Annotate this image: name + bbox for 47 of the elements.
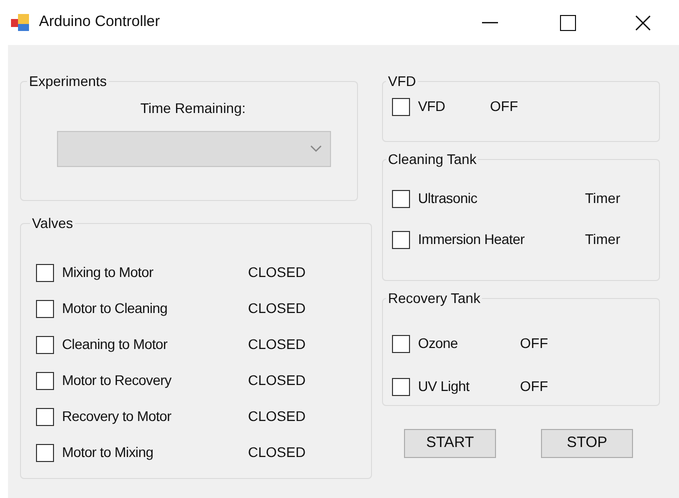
checkbox[interactable] [392, 98, 410, 116]
status-text: CLOSED [248, 263, 306, 282]
checkbox-label: Motor to Cleaning [62, 299, 168, 318]
checkbox-label: Cleaning to Motor [62, 335, 168, 354]
status-text: OFF [520, 377, 548, 396]
status-text: CLOSED [248, 407, 306, 426]
checkbox-label: Motor to Recovery [62, 371, 172, 390]
minimize-icon [482, 22, 498, 24]
group-title: VFD [387, 72, 417, 91]
checkbox-label: Motor to Mixing [62, 443, 154, 462]
chevron-down-icon [310, 145, 322, 153]
maximize-icon [560, 14, 576, 30]
checkbox-label: Ultrasonic [418, 189, 478, 208]
checkbox-label: UV Light [418, 377, 470, 396]
status-text: Timer [585, 189, 620, 208]
checkbox[interactable] [36, 408, 54, 426]
checkbox-label: Ozone [418, 334, 458, 353]
action-button[interactable]: START [404, 429, 496, 458]
checkbox-label: Immersion Heater [418, 230, 524, 249]
status-text: OFF [520, 334, 548, 353]
checkbox[interactable] [392, 334, 410, 352]
status-text: CLOSED [248, 299, 306, 318]
checkbox-label: Mixing to Motor [62, 263, 154, 282]
checkbox[interactable] [392, 378, 410, 396]
close-icon [635, 14, 651, 30]
checkbox[interactable] [36, 372, 54, 390]
checkbox-label: VFD [418, 97, 446, 116]
checkbox[interactable] [392, 230, 410, 248]
status-text: CLOSED [248, 371, 306, 390]
status-text: CLOSED [248, 443, 306, 462]
checkbox[interactable] [36, 444, 54, 462]
group-title: Experiments [28, 72, 108, 91]
status-text: OFF [490, 97, 518, 116]
group-title: Valves [31, 214, 74, 233]
time-remaining-label: Time Remaining: [140, 99, 246, 118]
status-text: Timer [585, 230, 620, 249]
checkbox[interactable] [392, 190, 410, 208]
action-button[interactable]: STOP [541, 429, 633, 458]
app-icon [11, 14, 31, 32]
checkbox[interactable] [36, 300, 54, 318]
status-text: CLOSED [248, 335, 306, 354]
group-title: Recovery Tank [387, 289, 482, 308]
window-title: Arduino Controller [39, 12, 160, 32]
group-title: Cleaning Tank [387, 150, 478, 169]
checkbox-label: Recovery to Motor [62, 407, 172, 426]
checkbox[interactable] [36, 336, 54, 354]
checkbox[interactable] [36, 264, 54, 282]
